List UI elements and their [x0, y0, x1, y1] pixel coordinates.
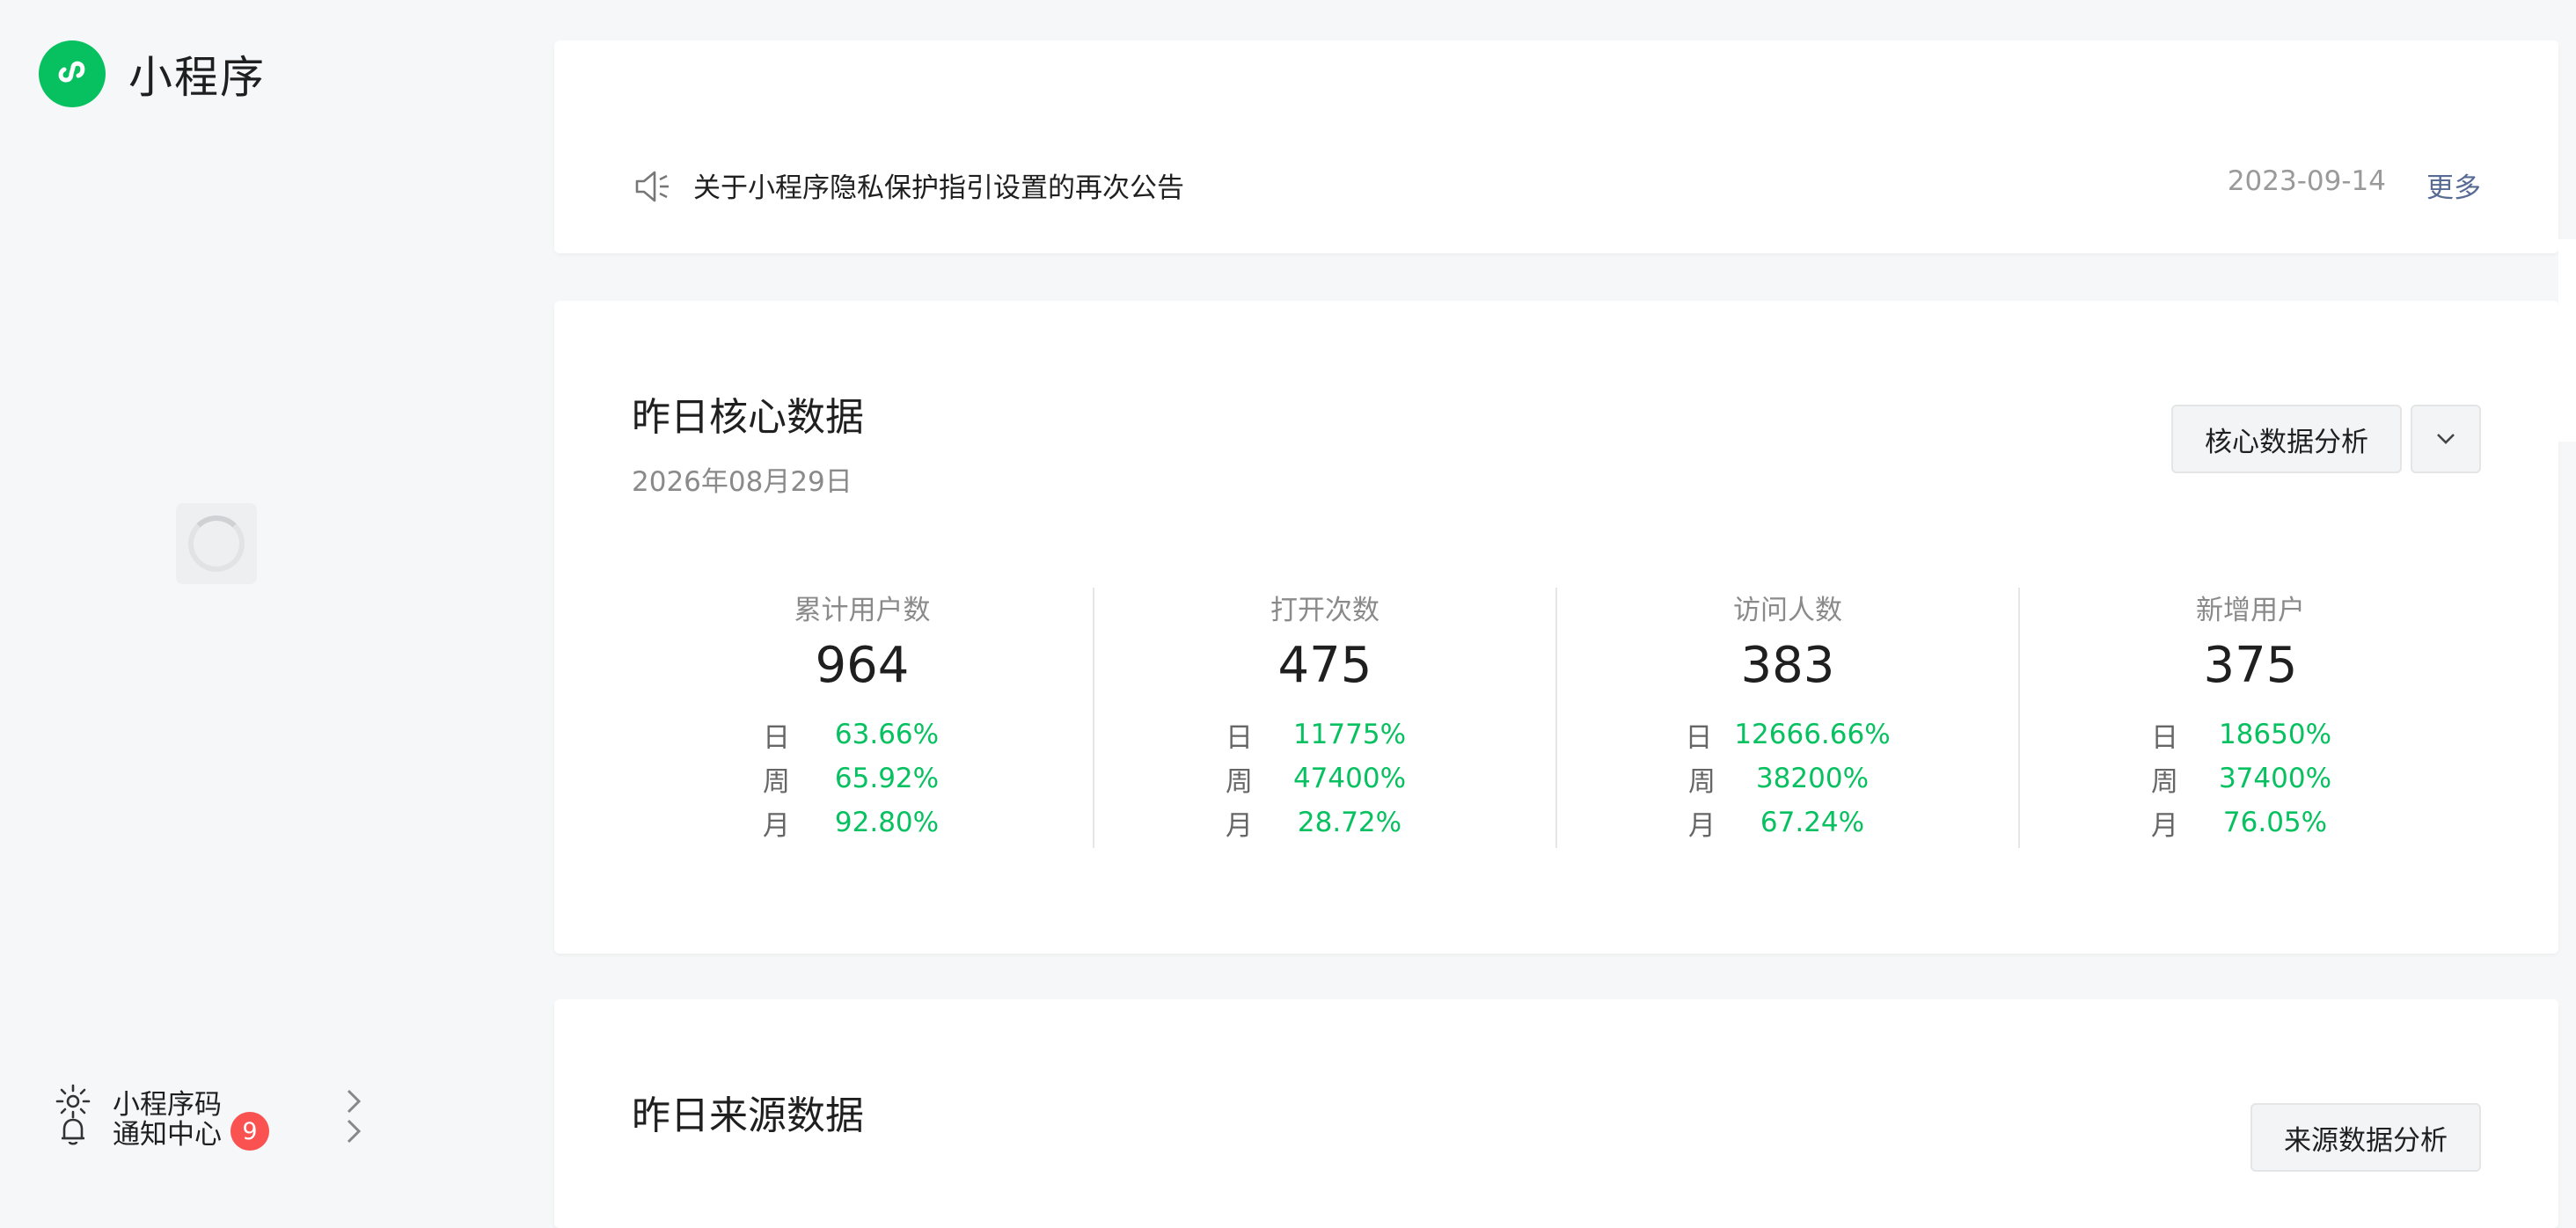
source-analysis-button[interactable]: 来源数据分析 — [2250, 1103, 2481, 1172]
sidebar: 小程序 小程序码 — [0, 0, 493, 1173]
metric-month-row: 月 28.72% — [1094, 800, 1555, 844]
bell-icon — [53, 1111, 93, 1151]
change-value: 47400% — [1292, 763, 1407, 794]
sidebar-item-label: 通知中心 — [113, 1118, 222, 1151]
speaker-icon — [635, 171, 669, 202]
change-value: 18650% — [2218, 719, 2332, 750]
metric-value: 383 — [1740, 637, 1835, 694]
metric-week-row: 周 65.92% — [632, 757, 1093, 800]
announcement-date: 2023-09-14 — [2227, 165, 2386, 197]
metric-month-row: 月 76.05% — [2020, 800, 2481, 844]
change-value: 12666.66% — [1734, 719, 1891, 750]
change-value: 67.24% — [1760, 807, 1865, 838]
metric-month-row: 月 92.80% — [632, 800, 1093, 844]
metric-total-users: 累计用户数 964 日 63.66% 周 65.92% 月 92.80% — [632, 588, 1093, 848]
period-label: 月 — [1688, 809, 1716, 842]
core-metrics: 累计用户数 964 日 63.66% 周 65.92% 月 92.80% 打开次数 4… — [632, 588, 2481, 848]
floating-side-tab[interactable] — [2558, 239, 2576, 442]
chevron-right-icon — [347, 1119, 362, 1144]
metric-day-row: 日 12666.66% — [1557, 713, 2018, 757]
metric-new-users: 新增用户 375 日 18650% 周 37400% 月 76.05% — [2018, 588, 2481, 848]
more-link[interactable]: 更多 — [2426, 165, 2481, 205]
announcement-card: 关于小程序隐私保护指引设置的再次公告 2023-09-14 更多 — [554, 40, 2558, 253]
section-title: 昨日来源数据 — [632, 1093, 864, 1138]
metric-label: 累计用户数 — [794, 595, 931, 626]
period-label: 日 — [763, 721, 790, 754]
core-data-card: 昨日核心数据 2026年08月29日 核心数据分析 累计用户数 964 日 63.… — [554, 301, 2558, 954]
sidebar-item-notification-center[interactable]: 通知中心 9 — [53, 1105, 370, 1158]
change-value: 28.72% — [1297, 807, 1402, 838]
period-label: 周 — [763, 765, 790, 798]
metric-opens: 打开次数 475 日 11775% 周 47400% 月 28.72% — [1093, 588, 1555, 848]
period-label: 日 — [2151, 721, 2178, 754]
core-analysis-button[interactable]: 核心数据分析 — [2171, 405, 2402, 473]
app-logo[interactable]: 小程序 — [39, 40, 266, 107]
metric-label: 新增用户 — [2196, 595, 2305, 626]
app-title: 小程序 — [128, 52, 266, 103]
period-label: 月 — [2151, 809, 2178, 842]
change-value: 92.80% — [834, 807, 940, 838]
mini-program-logo-icon — [39, 40, 106, 107]
period-label: 周 — [1688, 765, 1716, 798]
period-label: 日 — [1685, 721, 1713, 754]
change-value: 11775% — [1292, 719, 1407, 750]
change-value: 65.92% — [834, 763, 940, 794]
announcement-link[interactable]: 关于小程序隐私保护指引设置的再次公告 — [693, 165, 1184, 205]
period-label: 日 — [1226, 721, 1253, 754]
metric-day-row: 日 18650% — [2020, 713, 2481, 757]
change-value: 63.66% — [834, 719, 940, 750]
source-data-card: 昨日来源数据 来源数据分析 — [554, 999, 2558, 1228]
period-label: 周 — [2151, 765, 2178, 798]
period-label: 周 — [1226, 765, 1253, 798]
metric-week-row: 周 38200% — [1557, 757, 2018, 800]
section-date: 2026年08月29日 — [632, 466, 853, 498]
dropdown-button[interactable] — [2411, 405, 2481, 473]
metric-value: 964 — [815, 637, 910, 694]
period-label: 月 — [1226, 809, 1253, 842]
metric-value: 375 — [2203, 637, 2298, 694]
metric-visitors: 访问人数 383 日 12666.66% 周 38200% 月 67.24% — [1555, 588, 2018, 848]
metric-month-row: 月 67.24% — [1557, 800, 2018, 844]
chevron-down-icon — [2437, 434, 2455, 444]
change-value: 38200% — [1755, 763, 1870, 794]
change-value: 76.05% — [2222, 807, 2328, 838]
metric-day-row: 日 11775% — [1094, 713, 1555, 757]
metric-day-row: 日 63.66% — [632, 713, 1093, 757]
notification-count-badge: 9 — [231, 1112, 269, 1151]
period-label: 月 — [763, 809, 790, 842]
section-title: 昨日核心数据 — [632, 395, 864, 440]
loading-spinner-icon — [188, 515, 245, 572]
metric-week-row: 周 47400% — [1094, 757, 1555, 800]
metric-week-row: 周 37400% — [2020, 757, 2481, 800]
metric-label: 访问人数 — [1733, 595, 1842, 626]
avatar-loading — [176, 503, 257, 584]
metric-label: 打开次数 — [1270, 595, 1379, 626]
metric-value: 475 — [1277, 637, 1372, 694]
change-value: 37400% — [2218, 763, 2332, 794]
